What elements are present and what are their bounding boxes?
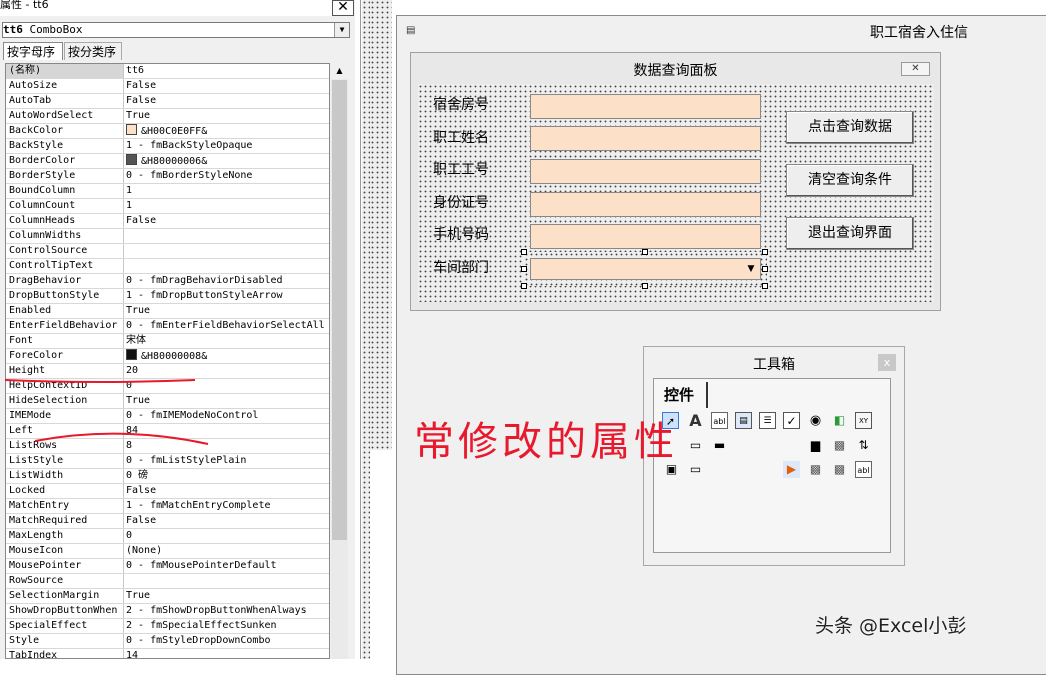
exit-button[interactable]: 退出查询界面 [786, 217, 914, 250]
resize-handle[interactable] [642, 283, 648, 289]
toolbox-tab-controls[interactable]: 控件 [660, 382, 708, 408]
property-row[interactable]: TabIndex 14 [6, 649, 329, 658]
property-name: SpecialEffect [6, 619, 124, 633]
property-row[interactable]: MousePointer 0 - fmMousePointerDefault [6, 559, 329, 574]
property-value[interactable]: 0 - fmMousePointerDefault [124, 559, 329, 573]
resize-handle[interactable] [521, 283, 527, 289]
property-row[interactable]: SelectionMargin True [6, 589, 329, 604]
property-name: ShowDropButtonWhen [6, 604, 124, 618]
id-card-input[interactable] [530, 192, 761, 217]
tabstrip-icon[interactable]: ▬ [711, 437, 728, 454]
property-name: MatchEntry [6, 499, 124, 513]
spinbutton-icon[interactable]: ⇅ [855, 437, 872, 454]
label-room: 宿舍房号 [433, 97, 489, 113]
property-value[interactable]: False [124, 514, 329, 528]
property-value[interactable]: 0 - fmStyleDropDownCombo [124, 634, 329, 648]
resize-handle[interactable] [762, 283, 768, 289]
checkbox-icon[interactable]: ✓ [783, 412, 800, 429]
media-icon[interactable]: ▶ [783, 461, 800, 478]
property-row[interactable]: MatchEntry 1 - fmMatchEntryComplete [6, 499, 329, 514]
name-input[interactable] [530, 126, 761, 151]
designer-strip [370, 0, 392, 450]
frame-icon[interactable]: XY [855, 412, 872, 429]
annotation-underlines [4, 379, 209, 445]
department-combobox[interactable] [530, 258, 761, 280]
commandbutton-icon[interactable]: ▭ [687, 437, 704, 454]
property-row[interactable]: Style 0 - fmStyleDropDownCombo [6, 634, 329, 649]
optionbutton-icon[interactable]: ◉ [807, 412, 824, 429]
annotation-text: 常修改的属性 [414, 419, 678, 465]
toolbox-close-button[interactable]: x [878, 354, 896, 371]
textbox-icon[interactable]: abl [711, 412, 728, 429]
togglebutton-icon[interactable]: ◧ [831, 412, 848, 429]
property-value[interactable]: False [124, 484, 329, 498]
underline-left [34, 432, 209, 445]
grid-icon[interactable]: ▩ [807, 461, 824, 478]
label-id-card: 身份证号 [433, 195, 489, 211]
label-phone: 手机号码 [433, 227, 489, 243]
label-icon[interactable]: A [687, 412, 704, 429]
property-value[interactable]: 0 [124, 529, 329, 543]
property-value[interactable]: (None) [124, 544, 329, 558]
query-panel-close-button[interactable]: ✕ [901, 62, 930, 76]
property-name: TabIndex [6, 649, 124, 658]
scrollbar-icon[interactable]: ▩ [831, 437, 848, 454]
resize-handle[interactable] [521, 249, 527, 255]
property-name: MaxLength [6, 529, 124, 543]
property-value[interactable]: 1 - fmMatchEntryComplete [124, 499, 329, 513]
clear-button[interactable]: 清空查询条件 [786, 164, 914, 197]
property-row[interactable]: RowSource [6, 574, 329, 589]
label-staff-id: 职工工号 [433, 162, 489, 178]
query-panel-title: 数据查询面板 [633, 63, 718, 79]
property-value[interactable]: True [124, 589, 329, 603]
chevron-down-icon[interactable]: ▼ [744, 261, 758, 277]
property-value[interactable]: 14 [124, 649, 329, 658]
underline-height [4, 379, 196, 383]
staff-id-input[interactable] [530, 159, 761, 184]
property-row[interactable]: ShowDropButtonWhen 2 - fmShowDropButtonWh… [6, 604, 329, 619]
resize-handle[interactable] [521, 266, 527, 272]
property-name: Locked [6, 484, 124, 498]
property-name: ListStyle [6, 454, 124, 468]
property-name: SelectionMargin [6, 589, 124, 603]
property-name: RowSource [6, 574, 124, 588]
room-input[interactable] [530, 94, 761, 119]
form-icon: ▤ [406, 25, 416, 36]
textbox-icon[interactable]: abl [855, 461, 872, 478]
refedit-icon[interactable]: ▭ [687, 461, 704, 478]
designer-strip [362, 0, 370, 659]
property-value[interactable]: 0 磅 [124, 469, 329, 483]
outer-form-title: 职工宿舍入住信 [870, 25, 968, 41]
property-name: ListWidth [6, 469, 124, 483]
property-value[interactable] [124, 574, 329, 588]
resize-handle[interactable] [762, 249, 768, 255]
property-row[interactable]: ListStyle 0 - fmListStylePlain [6, 454, 329, 469]
label-department: 车间部门 [433, 260, 489, 276]
property-value[interactable]: 0 - fmListStylePlain [124, 454, 329, 468]
property-row[interactable]: MouseIcon (None) [6, 544, 329, 559]
property-name: MousePointer [6, 559, 124, 573]
query-button[interactable]: 点击查询数据 [786, 111, 914, 144]
label-name: 职工姓名 [433, 130, 489, 146]
grid-icon[interactable]: ▩ [831, 461, 848, 478]
property-row[interactable]: MaxLength 0 [6, 529, 329, 544]
property-name: MouseIcon [6, 544, 124, 558]
watermark: 头条 @Excel小彭 [815, 615, 967, 637]
property-value[interactable]: 2 - fmSpecialEffectSunken [124, 619, 329, 633]
property-name: Style [6, 634, 124, 648]
listbox-icon[interactable]: ☰ [759, 412, 776, 429]
property-name: MatchRequired [6, 514, 124, 528]
property-value[interactable]: 2 - fmShowDropButtonWhenAlways [124, 604, 329, 618]
property-row[interactable]: SpecialEffect 2 - fmSpecialEffectSunken [6, 619, 329, 634]
combobox-icon[interactable]: ▤ [735, 412, 752, 429]
toolbox-title: 工具箱 [753, 357, 795, 373]
multipage-icon[interactable]: ▆ [807, 437, 824, 454]
property-row[interactable]: ListWidth 0 磅 [6, 469, 329, 484]
property-row[interactable]: Locked False [6, 484, 329, 499]
resize-handle[interactable] [762, 266, 768, 272]
divider [360, 0, 361, 659]
resize-handle[interactable] [642, 249, 648, 255]
phone-input[interactable] [530, 224, 761, 249]
property-row[interactable]: MatchRequired False [6, 514, 329, 529]
